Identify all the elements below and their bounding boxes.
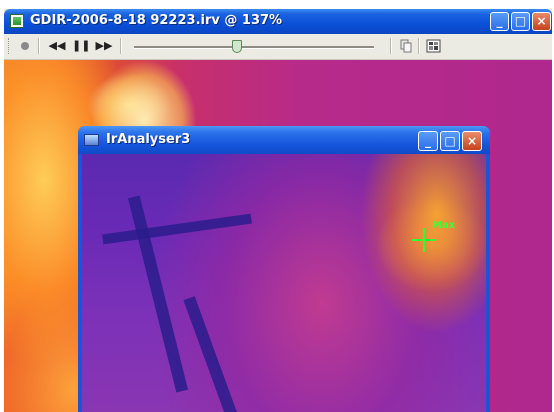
iranalyser-title: IrAnalyser3 <box>106 132 191 147</box>
minimize-button[interactable]: _ <box>490 12 509 31</box>
copy-icon[interactable] <box>397 38 415 54</box>
desktop-screen: GDIR-2006-8-18 92223.irv @ 137% _ □ × ◀◀… <box>0 0 554 412</box>
analyser-app-icon <box>84 134 99 146</box>
close-button[interactable]: × <box>532 12 551 31</box>
analyser-minimize-button[interactable]: _ <box>418 131 438 151</box>
iranalyser-window: IrAnalyser3 _ □ × Max <box>78 126 490 412</box>
main-titlebar[interactable]: GDIR-2006-8-18 92223.irv @ 137% _ □ × <box>4 9 552 34</box>
toolbar-separator <box>390 38 392 54</box>
playback-toolbar: ◀◀ ❚❚ ▶▶ <box>4 34 552 60</box>
analyser-close-button[interactable]: × <box>462 131 482 151</box>
pause-button[interactable]: ❚❚ <box>72 38 90 54</box>
rewind-button[interactable]: ◀◀ <box>48 38 66 54</box>
cool-frame-edge <box>183 296 243 412</box>
grid-icon[interactable] <box>425 38 443 54</box>
analyser-thermal-canvas[interactable]: Max <box>82 154 486 412</box>
max-crosshair-icon[interactable] <box>412 228 436 252</box>
maximize-button[interactable]: □ <box>511 12 530 31</box>
cool-frame-edge <box>102 213 252 245</box>
iranalyser-titlebar[interactable]: IrAnalyser3 _ □ × <box>78 126 490 154</box>
max-marker-label: Max <box>432 220 456 231</box>
forward-button[interactable]: ▶▶ <box>95 38 113 54</box>
record-icon[interactable] <box>16 38 34 54</box>
analyser-maximize-button[interactable]: □ <box>440 131 460 151</box>
thermal-file-icon <box>10 14 24 28</box>
main-window-title: GDIR-2006-8-18 92223.irv @ 137% <box>30 13 283 28</box>
toolbar-separator <box>418 38 420 54</box>
toolbar-separator <box>38 38 40 54</box>
toolbar-grip[interactable] <box>8 38 11 54</box>
frame-slider-thumb[interactable] <box>232 40 242 53</box>
toolbar-separator <box>120 38 122 54</box>
frame-slider-track[interactable] <box>134 46 374 49</box>
